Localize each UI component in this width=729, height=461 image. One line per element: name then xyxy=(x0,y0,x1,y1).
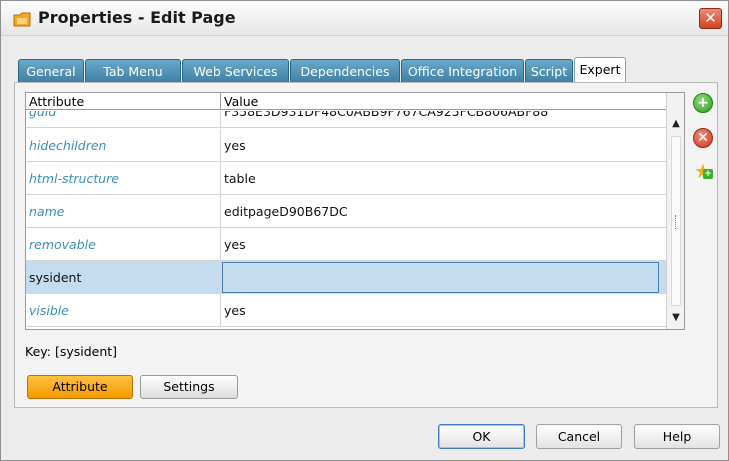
table-row[interactable]: guid F358E3D931DF48C0ABB9F767CA925FCB806… xyxy=(26,111,666,128)
close-button[interactable]: ✕ xyxy=(699,8,722,29)
attribute-value[interactable]: table xyxy=(221,162,666,195)
tab-general[interactable]: General xyxy=(18,59,84,83)
table-row[interactable]: removable yes xyxy=(26,228,666,261)
attribute-name: visible xyxy=(26,294,221,327)
ok-button[interactable]: OK xyxy=(438,424,525,449)
tab-expert[interactable]: Expert xyxy=(574,57,626,84)
attribute-toggle-button[interactable]: Attribute xyxy=(27,375,133,399)
attribute-name: sysident xyxy=(26,261,221,294)
remove-attribute-button[interactable]: ✕ xyxy=(693,128,713,148)
key-label: Key: [sysident] xyxy=(25,344,118,359)
attribute-value-input[interactable] xyxy=(222,262,659,293)
table-row[interactable]: name editpageD90B67DC xyxy=(26,195,666,228)
settings-toggle-button[interactable]: Settings xyxy=(140,375,238,399)
vertical-scrollbar[interactable]: ▲ ▼ xyxy=(666,93,684,329)
attribute-value[interactable]: yes xyxy=(221,129,666,162)
add-attribute-button[interactable]: + xyxy=(693,93,713,113)
properties-dialog: Properties - Edit Page ✕ General Tab Men… xyxy=(0,0,729,461)
attribute-name: removable xyxy=(26,228,221,261)
cancel-button[interactable]: Cancel xyxy=(536,424,622,449)
grid-rows: guid F358E3D931DF48C0ABB9F767CA925FCB806… xyxy=(26,111,666,329)
attribute-name: hidechildren xyxy=(26,129,221,162)
plus-icon: + xyxy=(703,169,713,179)
column-header-attribute[interactable]: Attribute xyxy=(26,93,221,110)
scroll-down-icon[interactable]: ▼ xyxy=(667,309,684,327)
attribute-name: html-structure xyxy=(26,162,221,195)
page-folder-icon xyxy=(13,12,31,27)
attribute-value[interactable]: editpageD90B67DC xyxy=(221,195,666,228)
attribute-name: name xyxy=(26,195,221,228)
help-button[interactable]: Help xyxy=(634,424,720,449)
tab-tab-menu[interactable]: Tab Menu xyxy=(85,59,181,83)
tab-office-integration[interactable]: Office Integration xyxy=(401,59,524,83)
attribute-value[interactable]: yes xyxy=(221,294,666,327)
tab-script[interactable]: Script xyxy=(525,59,573,83)
attribute-value[interactable]: yes xyxy=(221,228,666,261)
grid-header: Attribute Value xyxy=(26,93,666,110)
table-row[interactable]: html-structure table xyxy=(26,162,666,195)
tab-dependencies[interactable]: Dependencies xyxy=(290,59,400,83)
table-row-selected[interactable]: sysident xyxy=(26,261,666,294)
scroll-thumb[interactable] xyxy=(671,136,681,306)
table-row[interactable]: hidechildren yes xyxy=(26,129,666,162)
attribute-grid: Attribute Value guid F358E3D931DF48C0ABB… xyxy=(25,92,685,330)
scroll-up-icon[interactable]: ▲ xyxy=(667,115,684,133)
column-header-value[interactable]: Value xyxy=(221,93,666,110)
tab-web-services[interactable]: Web Services xyxy=(182,59,289,83)
attribute-name: guid xyxy=(26,111,221,128)
window-title: Properties - Edit Page xyxy=(38,8,236,27)
grip-icon xyxy=(675,215,678,229)
title-bar[interactable]: Properties - Edit Page ✕ xyxy=(1,1,728,36)
table-row[interactable]: visible yes xyxy=(26,294,666,327)
attribute-value[interactable]: F358E3D931DF48C0ABB9F767CA925FCB806ABF88 xyxy=(221,111,666,128)
add-favorite-button[interactable]: ★ + xyxy=(693,161,713,181)
